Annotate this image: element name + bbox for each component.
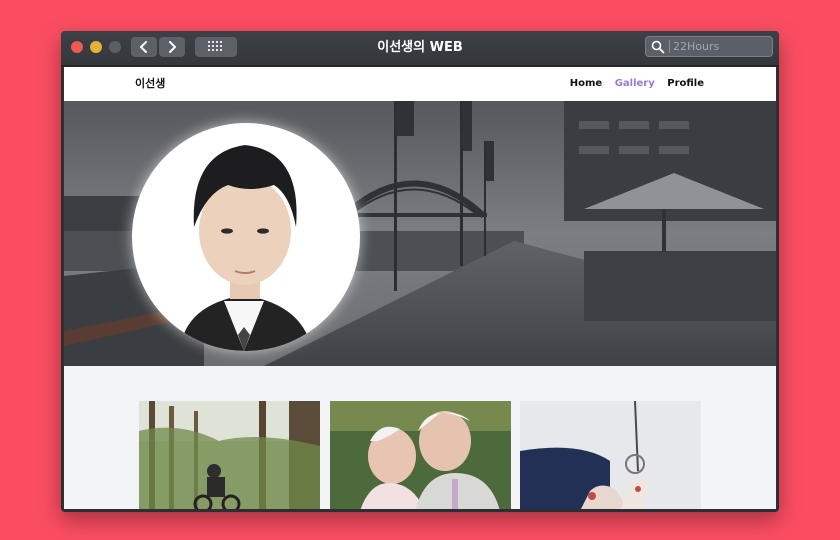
web-content: 이선생 Home Gallery Profile: [64, 67, 776, 509]
forest-biker-photo: [139, 401, 320, 509]
menu-profile-link[interactable]: Profile: [667, 78, 704, 89]
gallery-section: [64, 366, 776, 509]
site-brand[interactable]: 이선생: [135, 67, 165, 101]
site-navbar: 이선생 Home Gallery Profile: [64, 67, 776, 101]
browser-window: 이선생의 WEB 이선생 Home Gallery Profile: [61, 31, 779, 512]
search-box[interactable]: [645, 36, 773, 57]
shoes-photo: [520, 401, 701, 509]
gallery-image-shoes[interactable]: [520, 401, 701, 509]
search-input[interactable]: [673, 38, 769, 55]
hero-banner: [64, 101, 776, 366]
profile-photo: [132, 123, 360, 351]
search-divider: [669, 40, 670, 53]
gallery-image-couple[interactable]: [330, 401, 511, 509]
site-menu: Home Gallery Profile: [561, 67, 704, 101]
person-portrait: [180, 145, 312, 351]
elderly-couple-photo: [330, 401, 511, 509]
gallery-image-forest[interactable]: [139, 401, 320, 509]
menu-home-link[interactable]: Home: [570, 78, 602, 89]
title-bar: 이선생의 WEB: [61, 31, 779, 66]
search-icon: [651, 40, 665, 54]
menu-gallery-link[interactable]: Gallery: [615, 78, 655, 89]
